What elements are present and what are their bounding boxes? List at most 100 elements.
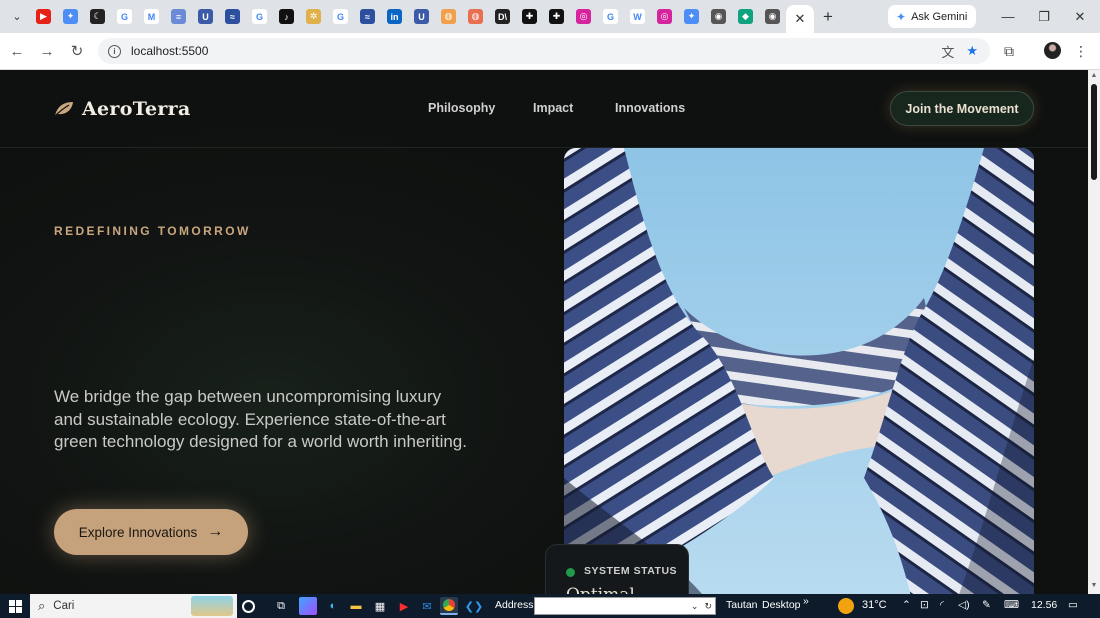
hero-eyebrow: REDEFINING TOMORROW (54, 224, 251, 238)
nav-philosophy-link[interactable]: Philosophy (428, 101, 495, 115)
browser-tab[interactable]: G (111, 0, 138, 33)
close-window-button[interactable]: ✕ (1062, 0, 1098, 33)
keyboard-icon[interactable]: ⌨ (1004, 599, 1019, 611)
scroll-up-arrow-icon[interactable]: ▲ (1090, 72, 1098, 79)
google-tab-icon: G (252, 9, 267, 24)
browser-tab[interactable]: ✚ (516, 0, 543, 33)
address-dropdown-icon[interactable]: ⌄ (691, 601, 699, 612)
active-tab-close-icon[interactable]: ✕ (786, 5, 814, 33)
browser-tab[interactable]: U (408, 0, 435, 33)
scroll-down-arrow-icon[interactable]: ▼ (1090, 582, 1098, 589)
browser-tab[interactable]: ◍ (435, 0, 462, 33)
google-tab-icon: G (117, 9, 132, 24)
status-indicator-dot (566, 568, 575, 577)
page-scrollbar[interactable]: ▲ ▼ (1088, 70, 1100, 594)
browser-tab[interactable]: ♪ (273, 0, 300, 33)
nav-innovations-link[interactable]: Innovations (615, 101, 685, 115)
browser-tab[interactable]: U (192, 0, 219, 33)
scroll-thumb[interactable] (1091, 84, 1097, 180)
tab-list: ▶ ✦ ☾ G M ≡ U ≈ G ♪ ✲ G ≈ in U ◍ ◍ D\ ✚ ✚ ◎ G W ◎ ✦ ◉ ◆ ◉ (30, 0, 786, 33)
temperature-readout[interactable]: 31°C (862, 599, 887, 611)
wifi-icon[interactable]: ◜ (940, 599, 944, 611)
wikipedia-tab-icon: W (630, 9, 645, 24)
tautan-toolbar-label[interactable]: Tautan (726, 599, 758, 611)
google-tab-icon: G (333, 9, 348, 24)
browser-tab[interactable]: ▶ (30, 0, 57, 33)
minimize-button[interactable]: — (990, 0, 1026, 33)
instagram-tab-icon: ◎ (657, 9, 672, 24)
file-explorer-icon[interactable]: ▬ (347, 597, 365, 615)
browser-tab[interactable]: ✦ (678, 0, 705, 33)
taskbar-address-input[interactable]: ⌄ ↻ (534, 597, 716, 615)
browser-tab[interactable]: ✦ (57, 0, 84, 33)
forward-arrow-icon[interactable]: → (32, 36, 62, 66)
taskbar-search-input[interactable]: ⌕ Cari (30, 594, 237, 618)
volume-icon[interactable]: ◁) (958, 599, 970, 611)
browser-tab[interactable]: ≡ (165, 0, 192, 33)
browser-tab[interactable]: ◍ (462, 0, 489, 33)
back-arrow-icon[interactable]: ← (2, 36, 32, 66)
browser-tab[interactable]: ✚ (543, 0, 570, 33)
browser-tab[interactable]: ◉ (705, 0, 732, 33)
translate-icon[interactable]: 文 (941, 42, 954, 61)
browser-tab[interactable]: M (138, 0, 165, 33)
youtube-tab-icon: ▶ (36, 9, 51, 24)
task-view-icon[interactable]: ⧉ (272, 597, 290, 615)
browser-tab[interactable]: W (624, 0, 651, 33)
chrome-icon[interactable] (440, 597, 458, 615)
nav-impact-link[interactable]: Impact (533, 101, 573, 115)
browser-tab[interactable]: ◎ (570, 0, 597, 33)
browser-tab[interactable]: ◆ (732, 0, 759, 33)
search-icon: ⌕ (38, 598, 46, 613)
extensions-puzzle-icon[interactable]: ⧉ (996, 38, 1022, 64)
notification-icon[interactable]: ▭ (1068, 599, 1078, 611)
explore-innovations-button[interactable]: Explore Innovations → (54, 509, 248, 555)
youtube-icon[interactable]: ▶ (395, 597, 413, 615)
colorful-tab-icon: ◍ (441, 9, 456, 24)
url-bar[interactable]: i localhost:5500 文 ★ (98, 38, 990, 64)
new-tab-button[interactable]: + (814, 3, 842, 31)
browser-tab[interactable]: G (246, 0, 273, 33)
ask-gemini-button[interactable]: ✦ Ask Gemini (888, 5, 976, 28)
browser-tab[interactable]: ✲ (300, 0, 327, 33)
globe-tab-icon: ◉ (765, 9, 780, 24)
desktop-toolbar-label[interactable]: Desktop (762, 599, 801, 611)
reload-icon[interactable]: ↻ (62, 36, 92, 66)
clock-time[interactable]: 12.56 (1031, 599, 1057, 611)
gemini-sparkle-icon: ✦ (896, 9, 907, 24)
browser-tab[interactable]: ◎ (651, 0, 678, 33)
browser-tab[interactable]: G (597, 0, 624, 33)
pen-icon[interactable]: ✎ (982, 599, 991, 611)
profile-avatar[interactable] (1044, 42, 1061, 59)
edge-icon[interactable]: ◐ (324, 597, 342, 615)
tray-chevron-icon[interactable]: ⌃ (902, 599, 911, 611)
vscode-icon[interactable]: ❮❯ (465, 597, 483, 615)
bookmark-star-icon[interactable]: ★ (966, 43, 978, 59)
browser-tab[interactable]: D\ (489, 0, 516, 33)
address-go-icon[interactable]: ↻ (704, 601, 712, 612)
copilot-icon[interactable] (299, 597, 317, 615)
menu-kebab-icon[interactable]: ⋮ (1068, 38, 1094, 64)
join-movement-button[interactable]: Join the Movement (890, 91, 1034, 126)
browser-tab[interactable]: ◉ (759, 0, 786, 33)
windows-start-icon[interactable] (0, 594, 30, 618)
tray-app-icon[interactable]: ⊡ (920, 599, 929, 611)
site-info-icon[interactable]: i (108, 44, 121, 58)
brand-logo[interactable]: AeroTerra (54, 98, 191, 120)
browser-tab[interactable]: G (327, 0, 354, 33)
cortana-icon[interactable] (242, 600, 255, 613)
search-highlight-icon (191, 596, 233, 616)
browser-tab[interactable]: in (381, 0, 408, 33)
outlook-icon[interactable]: ✉ (418, 597, 436, 615)
browser-tab[interactable]: ≈ (219, 0, 246, 33)
weather-sun-icon[interactable] (838, 598, 854, 614)
u-tab-icon: U (198, 9, 213, 24)
toolbar-overflow-icon[interactable]: » (803, 595, 809, 607)
restore-button[interactable]: ❐ (1026, 0, 1062, 33)
search-placeholder: Cari (53, 600, 75, 612)
browser-tab[interactable]: ☾ (84, 0, 111, 33)
store-icon[interactable]: ▦ (371, 597, 389, 615)
tab-search-chevron-icon[interactable]: ⌄ (4, 4, 30, 30)
browser-tab[interactable]: ≈ (354, 0, 381, 33)
arrow-right-icon: → (207, 523, 224, 540)
